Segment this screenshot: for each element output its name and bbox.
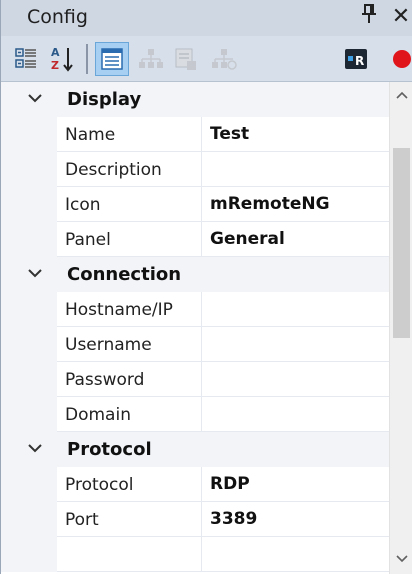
inheritance-button[interactable]: [134, 42, 168, 76]
property-value[interactable]: Test: [202, 117, 389, 152]
record-icon: [393, 50, 411, 68]
scroll-up-button[interactable]: [390, 84, 412, 106]
property-name: Hostname/IP: [57, 292, 202, 327]
property-row-partial[interactable]: [1, 537, 389, 572]
property-name: Username: [57, 327, 202, 362]
rdp-button[interactable]: R: [339, 42, 373, 76]
chevron-down-icon[interactable]: [25, 438, 45, 458]
default-properties-button[interactable]: [169, 42, 203, 76]
property-value[interactable]: mRemoteNG: [202, 187, 389, 222]
vertical-scrollbar[interactable]: [389, 82, 412, 574]
property-row-panel[interactable]: Panel General: [1, 222, 389, 257]
property-value[interactable]: [202, 327, 389, 362]
svg-text:A: A: [51, 46, 60, 59]
property-name: Name: [57, 117, 202, 152]
title-bar[interactable]: Config ✕: [1, 0, 412, 36]
toolbar-separator: [86, 44, 88, 74]
property-row-port[interactable]: Port 3389: [1, 502, 389, 537]
property-pages-icon: [101, 48, 123, 70]
default-inheritance-button[interactable]: [207, 42, 241, 76]
property-row-password[interactable]: Password: [1, 362, 389, 397]
default-inheritance-icon: [212, 49, 237, 70]
categorized-view-icon: [15, 48, 36, 68]
alphabetical-sort-icon: A Z: [51, 46, 73, 72]
scroll-thumb[interactable]: [393, 148, 410, 338]
property-value[interactable]: 3389: [202, 502, 389, 537]
property-row-icon[interactable]: Icon mRemoteNG: [1, 187, 389, 222]
property-row-domain[interactable]: Domain: [1, 397, 389, 432]
chevron-down-icon: [395, 555, 408, 563]
scroll-down-button[interactable]: [390, 548, 412, 570]
property-name: Description: [57, 152, 202, 187]
category-display[interactable]: Display: [1, 82, 389, 117]
inheritance-icon: [139, 49, 163, 68]
property-row-hostname[interactable]: Hostname/IP: [1, 292, 389, 327]
category-protocol[interactable]: Protocol: [1, 432, 389, 467]
pin-icon[interactable]: [357, 4, 381, 30]
svg-text:R: R: [355, 54, 364, 68]
property-row-description[interactable]: Description: [1, 152, 389, 187]
config-panel: Config ✕ A Z R Display Name Test Descrip…: [0, 0, 412, 574]
alphabetical-sort-button[interactable]: A Z: [45, 42, 79, 76]
toolbar: A Z R: [1, 36, 412, 82]
property-row-protocol[interactable]: Protocol RDP: [1, 467, 389, 502]
property-name: Password: [57, 362, 202, 397]
chevron-down-icon[interactable]: [25, 263, 45, 283]
property-value[interactable]: General: [202, 222, 389, 257]
property-value[interactable]: [202, 152, 389, 187]
category-connection[interactable]: Connection: [1, 257, 389, 292]
chevron-up-icon: [395, 91, 408, 99]
categorized-view-button[interactable]: [9, 42, 43, 76]
property-value[interactable]: [202, 292, 389, 327]
close-icon[interactable]: ✕: [389, 4, 412, 30]
property-name: Icon: [57, 187, 202, 222]
chevron-down-icon[interactable]: [25, 88, 45, 108]
property-name: Port: [57, 502, 202, 537]
property-value[interactable]: [202, 397, 389, 432]
property-name: Protocol: [57, 467, 202, 502]
category-label: Display: [67, 89, 142, 110]
category-label: Protocol: [67, 439, 152, 460]
property-row-username[interactable]: Username: [1, 327, 389, 362]
record-button[interactable]: [385, 42, 412, 76]
property-row-name[interactable]: Name Test: [1, 117, 389, 152]
property-pages-button[interactable]: [95, 42, 129, 76]
property-name: Domain: [57, 397, 202, 432]
property-value[interactable]: [202, 362, 389, 397]
rdp-icon: R: [345, 49, 367, 69]
property-grid: Display Name Test Description Icon mRemo…: [1, 82, 389, 574]
panel-title: Config: [27, 6, 88, 28]
category-label: Connection: [67, 264, 182, 285]
svg-text:Z: Z: [51, 59, 59, 72]
property-value[interactable]: RDP: [202, 467, 389, 502]
property-name: Panel: [57, 222, 202, 257]
default-properties-icon: [175, 48, 196, 70]
